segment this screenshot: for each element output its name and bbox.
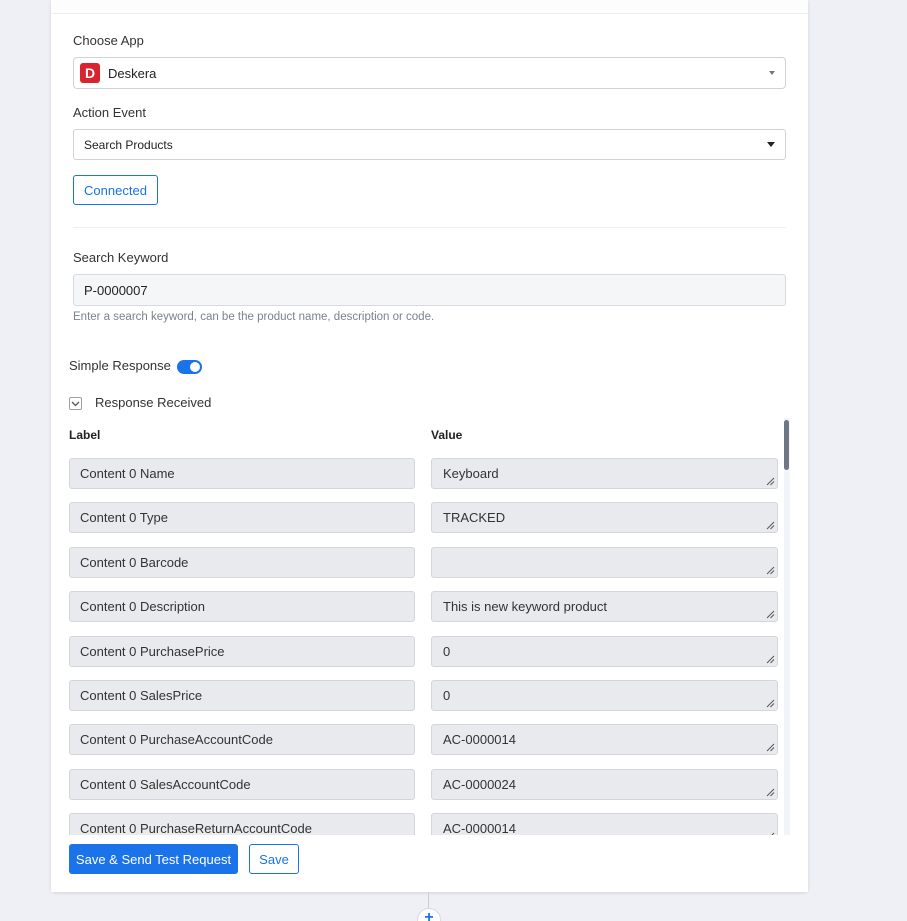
response-row-value-text: This is new keyword product <box>443 599 608 614</box>
search-keyword-label: Search Keyword <box>73 250 169 265</box>
resize-grip-icon[interactable] <box>766 477 775 486</box>
response-fields-list: Content 0 Name Keyboard Content 0 Type TRAC… <box>69 452 789 835</box>
response-row-value-text: AC-0000024 <box>443 777 516 792</box>
response-row-label: Content 0 SalesAccountCode <box>69 769 415 800</box>
response-row-value-text: 0 <box>443 644 451 659</box>
card-header-strip <box>51 0 808 14</box>
scrollbar-track <box>784 418 790 835</box>
resize-grip-icon[interactable] <box>766 610 775 619</box>
response-row-label: Content 0 Barcode <box>69 547 415 578</box>
resize-grip-icon[interactable] <box>766 566 775 575</box>
chevron-down-icon <box>71 401 80 406</box>
response-row-label: Content 0 Description <box>69 591 415 622</box>
response-row-label: Content 0 Name <box>69 458 415 489</box>
response-received-label: Response Received <box>95 395 212 410</box>
caret-down-icon <box>767 142 775 147</box>
search-keyword-help: Enter a search keyword, can be the produ… <box>73 311 435 323</box>
response-row-label: Content 0 SalesPrice <box>69 680 415 711</box>
response-received-collapse-button[interactable] <box>69 397 82 410</box>
add-step-button[interactable]: + <box>417 908 441 921</box>
response-row: Content 0 SalesPrice 0 <box>69 680 789 711</box>
action-event-value: Search Products <box>84 137 173 152</box>
response-row-value-text: AC-0000014 <box>443 821 516 835</box>
search-keyword-value: P-0000007 <box>84 282 148 298</box>
resize-grip-icon[interactable] <box>766 788 775 797</box>
response-row-value-text: 0 <box>443 688 451 703</box>
response-row: Content 0 Name Keyboard <box>69 458 789 489</box>
section-divider <box>73 227 786 228</box>
response-row: Content 0 Description This is new keyword… <box>69 591 789 622</box>
response-row-value-text: TRACKED <box>443 510 506 525</box>
connected-button[interactable]: Connected <box>73 175 158 205</box>
save-and-send-test-request-button[interactable]: Save & Send Test Request <box>69 844 238 874</box>
response-row-value[interactable] <box>431 547 778 578</box>
response-row-value[interactable]: This is new keyword product <box>431 591 778 622</box>
simple-response-label: Simple Response <box>69 358 171 373</box>
action-event-label: Action Event <box>73 105 146 120</box>
response-row: Content 0 Barcode <box>69 547 789 578</box>
response-row: Content 0 Type TRACKED <box>69 502 789 533</box>
response-row-value[interactable]: AC-0000014 <box>431 813 778 835</box>
deskera-logo-icon: D <box>80 63 100 83</box>
response-row-value[interactable]: AC-0000024 <box>431 769 778 800</box>
resize-grip-icon[interactable] <box>766 521 775 530</box>
response-row: Content 0 PurchaseAccountCode AC-0000014 <box>69 724 789 755</box>
resize-grip-icon[interactable] <box>766 743 775 752</box>
response-row-label: Content 0 PurchaseAccountCode <box>69 724 415 755</box>
response-row-value[interactable]: 0 <box>431 680 778 711</box>
response-row-value-text: AC-0000014 <box>443 732 516 747</box>
response-row-label: Content 0 PurchasePrice <box>69 636 415 667</box>
toggle-knob <box>190 362 200 372</box>
search-keyword-input[interactable]: P-0000007 <box>73 274 786 306</box>
scrollbar-thumb[interactable] <box>784 420 789 470</box>
response-row-value[interactable]: TRACKED <box>431 502 778 533</box>
response-row: Content 0 SalesAccountCode AC-0000024 <box>69 769 789 800</box>
response-row-label: Content 0 PurchaseReturnAccountCode <box>69 813 415 835</box>
choose-app-select[interactable]: D Deskera <box>73 57 786 89</box>
response-row-value-text: Keyboard <box>443 466 499 481</box>
chevron-down-icon <box>769 71 775 75</box>
response-row: Content 0 PurchasePrice 0 <box>69 636 789 667</box>
value-column-header: Value <box>431 428 463 442</box>
response-row-value[interactable]: Keyboard <box>431 458 778 489</box>
response-row: Content 0 PurchaseReturnAccountCode AC-00… <box>69 813 789 835</box>
choose-app-label: Choose App <box>73 33 144 48</box>
response-row-value[interactable]: 0 <box>431 636 778 667</box>
action-step-card: Choose App D Deskera Action Event Search… <box>51 0 808 892</box>
simple-response-toggle[interactable] <box>177 360 202 374</box>
resize-grip-icon[interactable] <box>766 699 775 708</box>
response-row-value[interactable]: AC-0000014 <box>431 724 778 755</box>
action-event-select[interactable]: Search Products <box>73 129 786 160</box>
save-button[interactable]: Save <box>249 844 299 874</box>
resize-grip-icon[interactable] <box>766 655 775 664</box>
label-column-header: Label <box>69 428 101 442</box>
response-row-label: Content 0 Type <box>69 502 415 533</box>
choose-app-value: Deskera <box>108 65 157 81</box>
